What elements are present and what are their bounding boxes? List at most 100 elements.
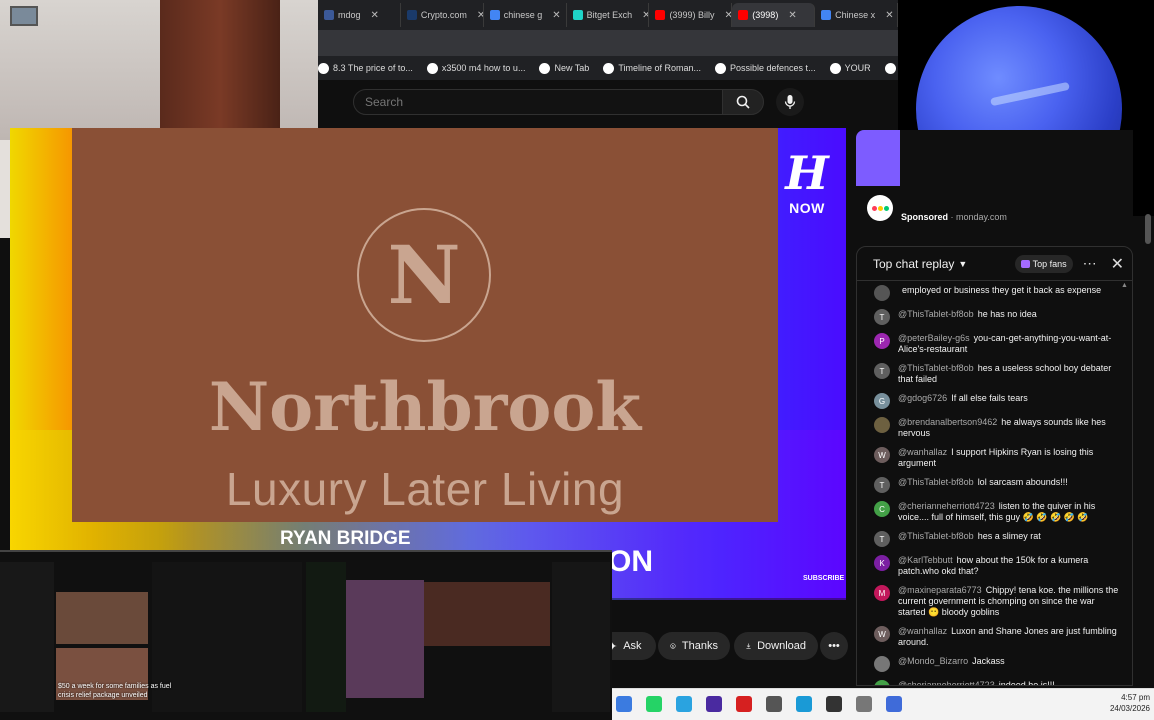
microphone-icon <box>784 95 796 109</box>
bookmark-label: YOUR <box>844 63 871 73</box>
app-purple-icon[interactable] <box>706 696 722 712</box>
thanks-button[interactable]: $ Thanks <box>658 632 730 660</box>
chat-author[interactable]: @brendanalbertson9462 <box>898 417 997 427</box>
browser-tab[interactable]: mdog ✕ <box>318 3 401 27</box>
ss-streamer-cam <box>346 580 424 698</box>
chat-text: hes a slimey rat <box>977 531 1041 541</box>
bookmark-item[interactable]: YOUR <box>829 62 871 74</box>
tab-close-icon[interactable]: ✕ <box>788 10 796 21</box>
chat-message: M @maxineparata6773 Chippy! tena koe. the … <box>874 585 1122 618</box>
chat-author[interactable]: @gdog6726 <box>898 393 947 403</box>
chat-more-icon[interactable]: ⋯ <box>1083 255 1097 272</box>
sponsored-thumbnail[interactable] <box>856 130 900 186</box>
taskbar-clock[interactable]: 4:57 pm 24/03/2026 <box>1080 692 1150 714</box>
tab-close-icon[interactable]: ✕ <box>371 10 379 21</box>
chat-message: T @ThisTablet-bf8ob hes a useless school b… <box>874 363 1122 385</box>
avatar[interactable]: W <box>874 447 890 463</box>
search-input[interactable] <box>354 90 722 114</box>
tab-favicon-icon <box>406 10 417 20</box>
chat-author[interactable]: @ThisTablet-bf8ob <box>898 477 974 487</box>
telegram-icon[interactable] <box>676 696 692 712</box>
tab-label: (3998) <box>752 10 779 20</box>
settings-icon[interactable] <box>856 696 872 712</box>
taskbar <box>612 688 1154 720</box>
chat-mode-selector[interactable]: Top chat replay <box>873 257 954 271</box>
tab-close-icon[interactable]: ✕ <box>552 10 560 21</box>
ss-chat-column <box>152 562 302 712</box>
chat-scrollbar[interactable]: ▲ <box>1121 282 1129 682</box>
top-fans-button[interactable]: Top fans <box>1014 254 1073 273</box>
tab-favicon-icon <box>738 10 749 20</box>
browser-tab[interactable]: Chinese x ✕ <box>815 3 899 27</box>
search-box[interactable] <box>353 89 723 115</box>
obs-icon[interactable] <box>826 696 842 712</box>
tab-close-icon[interactable]: ✕ <box>642 10 648 21</box>
avatar[interactable]: T <box>874 477 890 493</box>
avatar[interactable] <box>874 656 890 672</box>
chat-author[interactable]: @ThisTablet-bf8ob <box>898 531 974 541</box>
chat-author[interactable]: @wanhallaz <box>898 626 947 636</box>
gamepad-icon[interactable] <box>766 696 782 712</box>
avatar[interactable]: M <box>874 585 890 601</box>
thanks-label: Thanks <box>681 640 718 652</box>
browser-tab[interactable]: Crypto.com ✕ <box>401 3 484 27</box>
bookmarks-bar: 8.3 The price of to... x3500 m4 how to u.… <box>318 56 965 80</box>
bookmark-label: New Tab <box>554 63 590 73</box>
chat-message: W @wanhallaz I support Hipkins Ryan is los… <box>874 447 1122 469</box>
chat-message: W @wanhallaz Luxon and Shane Jones are jus… <box>874 626 1122 648</box>
browser-icon[interactable] <box>796 696 812 712</box>
bookmark-label: Timeline of Roman... <box>618 63 702 73</box>
chat-author[interactable]: @peterBailey-g6s <box>898 333 970 343</box>
search-button[interactable] <box>722 89 764 115</box>
files-icon[interactable] <box>616 696 632 712</box>
browser-tab[interactable]: Bitget Exch ✕ <box>567 3 650 27</box>
chevron-down-icon[interactable]: ▼ <box>958 259 967 269</box>
bookmark-label: Possible defences t... <box>730 63 816 73</box>
whatsapp-icon[interactable] <box>646 696 662 712</box>
bookmark-item[interactable]: Possible defences t... <box>715 62 816 74</box>
chat-message-body: @ThisTablet-bf8ob hes a useless school bo… <box>898 363 1122 385</box>
avatar[interactable]: C <box>874 680 890 685</box>
chat-author[interactable]: @ThisTablet-bf8ob <box>898 363 974 373</box>
avatar[interactable]: G <box>874 393 890 409</box>
monday-logo-icon <box>867 195 893 221</box>
avatar[interactable]: P <box>874 333 890 349</box>
avatar[interactable] <box>874 285 890 301</box>
bookmark-item[interactable]: 8.3 The price of to... <box>318 62 413 74</box>
bookmark-item[interactable]: x3500 m4 how to u... <box>426 62 525 74</box>
bookmark-item[interactable]: New Tab <box>539 62 590 74</box>
puzzle-icon[interactable] <box>886 696 902 712</box>
scroll-up-arrow-icon[interactable]: ▲ <box>1121 282 1129 289</box>
bolt-icon[interactable] <box>736 696 752 712</box>
avatar[interactable]: C <box>874 501 890 517</box>
browser-tab[interactable]: (3998) ✕ <box>732 3 816 27</box>
chat-text: employed or business they get it back as… <box>902 285 1102 295</box>
chat-author[interactable]: @cherianneherriott4723 <box>898 680 995 685</box>
tab-close-icon[interactable]: ✕ <box>477 10 483 21</box>
chat-author[interactable]: @Mondo_Bizarro <box>898 656 968 666</box>
caption-line-1: $50 a week for some families as fuel <box>58 683 172 690</box>
chat-author[interactable]: @ThisTablet-bf8ob <box>898 309 974 319</box>
avatar[interactable] <box>874 417 890 433</box>
page-scrollbar-thumb[interactable] <box>1145 214 1151 244</box>
avatar[interactable]: T <box>874 309 890 325</box>
chat-author[interactable]: @maxineparata6773 <box>898 585 982 595</box>
chat-author[interactable]: @wanhallaz <box>898 447 947 457</box>
avatar[interactable]: K <box>874 555 890 571</box>
voice-search-button[interactable] <box>776 88 804 116</box>
tab-close-icon[interactable]: ✕ <box>885 10 893 21</box>
browser-tab[interactable]: chinese g ✕ <box>484 3 567 27</box>
avatar[interactable]: T <box>874 363 890 379</box>
chat-author[interactable]: @cherianneherriott4723 <box>898 501 995 511</box>
download-button[interactable]: Download <box>734 632 818 660</box>
chat-author[interactable]: @KarlTebbutt <box>898 555 953 565</box>
bookmark-item[interactable]: Timeline of Roman... <box>603 62 702 74</box>
chat-close-icon[interactable]: ✕ <box>1111 254 1124 274</box>
more-actions-button[interactable]: ••• <box>820 632 848 660</box>
chat-message-body: @cherianneherriott4723 indeed he is!!! <box>898 680 1055 685</box>
browser-tab[interactable]: (3999) Billy ✕ <box>649 3 733 27</box>
avatar[interactable]: W <box>874 626 890 642</box>
tab-label: Crypto.com <box>420 10 467 20</box>
avatar[interactable]: T <box>874 531 890 547</box>
tab-close-icon[interactable]: ✕ <box>724 10 731 21</box>
